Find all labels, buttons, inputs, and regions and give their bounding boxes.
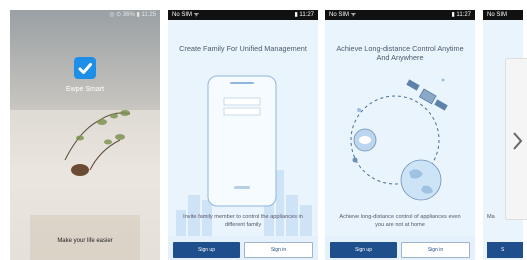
sim-status: No SIM	[487, 12, 508, 18]
status-bar: No SIM	[483, 10, 523, 20]
ewpe-logo-icon	[74, 57, 96, 79]
onboarding-family-screenshot: No SIM ᯤ ▮ 11:27 Create Family For Unifi…	[168, 10, 318, 260]
signin-button[interactable]: Sign in	[401, 242, 470, 258]
signup-button[interactable]: Sign up	[173, 242, 240, 258]
satellite-icon	[406, 79, 448, 111]
auth-buttons: Sign up Sign in	[173, 242, 313, 258]
onboarding-caption: Invite family member to control the appl…	[183, 214, 303, 228]
auth-buttons: Sign up Sign in	[330, 242, 470, 258]
signin-button[interactable]: Sign in	[244, 242, 313, 258]
splash-screenshot: ◎ ⊙ 36% ▮ 11:25 Ewpe Smart Make your lif…	[10, 10, 160, 260]
signup-button[interactable]: Sign up	[330, 242, 397, 258]
app-name: Ewpe Smart	[65, 86, 105, 93]
tagline: Make your life easier	[57, 238, 113, 244]
onboarding-remote-screenshot: No SIM ᯤ ▮ 11:27 Achieve Long-distance C…	[325, 10, 475, 260]
onboarding-caption: Achieve long-distance control of applian…	[339, 214, 461, 228]
carousel-next-button[interactable]	[505, 58, 527, 220]
signup-button-fragment: S	[487, 242, 523, 258]
caption-fragment: Ma	[487, 214, 495, 220]
plant-background-illustration	[10, 110, 160, 260]
chevron-right-icon	[513, 132, 523, 150]
globe-icon	[400, 159, 442, 201]
